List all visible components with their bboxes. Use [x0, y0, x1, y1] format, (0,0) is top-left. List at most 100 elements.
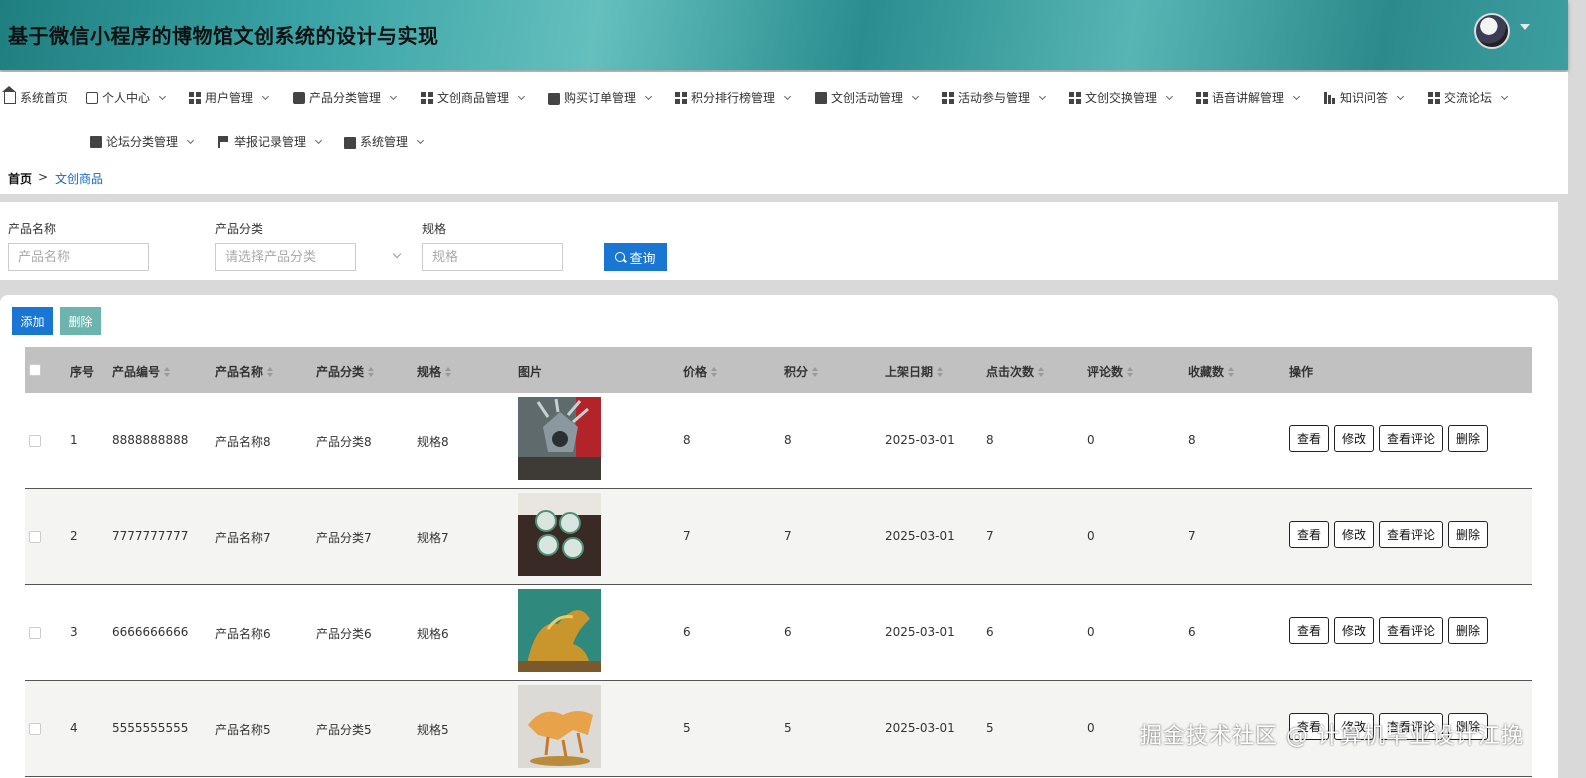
- nav-item-label: 语音讲解管理: [1212, 91, 1285, 105]
- cell-favorites: 7: [1188, 529, 1196, 543]
- column-header-date[interactable]: 上架日期: [885, 363, 944, 380]
- view-button[interactable]: 查看: [1289, 617, 1330, 644]
- view-button[interactable]: 查看: [1289, 521, 1330, 548]
- nav-item-qa[interactable]: 知识问答: [1324, 89, 1405, 106]
- sort-icon[interactable]: [711, 366, 718, 377]
- sort-icon[interactable]: [164, 366, 171, 377]
- row-checkbox[interactable]: [29, 531, 41, 543]
- table-row: 3 6666666666 产品名称6 产品分类6 规格6 6 6 2025-03…: [25, 585, 1532, 681]
- nav-item-report-records[interactable]: 举报记录管理: [218, 133, 323, 150]
- cell-category: 产品分类7: [316, 531, 372, 545]
- column-header-comments[interactable]: 评论数: [1087, 363, 1134, 380]
- edit-button[interactable]: 修改: [1334, 617, 1375, 644]
- sort-icon[interactable]: [937, 366, 944, 377]
- nav-item-label: 文创商品管理: [437, 91, 510, 105]
- nav-item-label: 系统首页: [20, 91, 69, 105]
- cell-favorites: 8: [1188, 433, 1196, 447]
- column-header-clicks[interactable]: 点击次数: [986, 363, 1045, 380]
- view-comments-button[interactable]: 查看评论: [1379, 425, 1444, 452]
- product-thumbnail[interactable]: [518, 397, 601, 480]
- breadcrumb-home[interactable]: 首页: [8, 170, 32, 187]
- row-checkbox[interactable]: [29, 723, 41, 735]
- select-all-checkbox[interactable]: [29, 364, 41, 376]
- sort-icon[interactable]: [445, 366, 452, 377]
- product-name-input[interactable]: [8, 243, 149, 271]
- cell-date: 2025-03-01: [885, 433, 955, 447]
- product-category-select[interactable]: [215, 243, 356, 271]
- row-checkbox[interactable]: [29, 627, 41, 639]
- nav-item-exchange-management[interactable]: 文创交换管理: [1069, 89, 1174, 106]
- table-row: 2 7777777777 产品名称7 产品分类7 规格7 7 7 2025-03…: [25, 489, 1532, 585]
- sort-icon[interactable]: [267, 366, 274, 377]
- delete-button[interactable]: 删除: [1448, 521, 1489, 548]
- delete-button[interactable]: 删除: [1448, 617, 1489, 644]
- nav-item-personal-center[interactable]: 个人中心: [86, 89, 167, 106]
- view-comments-button[interactable]: 查看评论: [1379, 521, 1444, 548]
- sort-icon[interactable]: [1228, 366, 1235, 377]
- nav-item-activity-management[interactable]: 文创活动管理: [815, 89, 920, 106]
- nav-item-user-management[interactable]: 用户管理: [189, 89, 270, 106]
- cell-category: 产品分类8: [316, 435, 372, 449]
- nav-item-forum-category[interactable]: 论坛分类管理: [90, 133, 195, 150]
- row-actions: 查看 修改 查看评论 删除: [1289, 617, 1489, 644]
- cell-points: 7: [784, 529, 792, 543]
- edit-button[interactable]: 修改: [1334, 425, 1375, 452]
- chevron-down-icon: [314, 136, 323, 144]
- cell-code: 7777777777: [112, 529, 189, 543]
- nav-item-home[interactable]: 系统首页: [2, 85, 69, 106]
- nav-item-system-management[interactable]: 系统管理: [344, 133, 425, 150]
- chevron-down-icon: [517, 92, 526, 100]
- nav-item-participation[interactable]: 活动参与管理: [942, 89, 1047, 106]
- sort-icon[interactable]: [812, 366, 819, 377]
- chat-icon: [293, 91, 305, 104]
- row-actions: 查看 修改 查看评论 删除: [1289, 425, 1489, 452]
- sort-icon[interactable]: [1127, 366, 1134, 377]
- nav-item-product-management[interactable]: 文创商品管理: [421, 89, 526, 106]
- column-header-points[interactable]: 积分: [784, 363, 819, 380]
- column-header-category[interactable]: 产品分类: [316, 363, 375, 380]
- column-header-favorites[interactable]: 收藏数: [1188, 363, 1235, 380]
- nav-item-forum[interactable]: 交流论坛: [1428, 89, 1509, 106]
- cell-clicks: 6: [986, 625, 994, 639]
- nav-item-points-ranking[interactable]: 积分排行榜管理: [675, 89, 792, 106]
- table-row: 1 8888888888 产品名称8 产品分类8 规格8 8 8 2025-03…: [25, 393, 1532, 489]
- cell-name: 产品名称7: [215, 531, 271, 545]
- product-thumbnail[interactable]: [518, 685, 601, 768]
- breadcrumb-separator: >: [38, 170, 49, 184]
- product-thumbnail[interactable]: [518, 589, 601, 672]
- delete-button[interactable]: 删除: [1448, 425, 1489, 452]
- column-header-spec[interactable]: 规格: [417, 363, 452, 380]
- column-header-name[interactable]: 产品名称: [215, 363, 274, 380]
- edit-button[interactable]: 修改: [1334, 521, 1375, 548]
- chevron-down-icon: [158, 92, 167, 100]
- column-header-code[interactable]: 产品编号: [112, 363, 171, 380]
- add-button[interactable]: 添加: [12, 307, 53, 335]
- nav-item-order-management[interactable]: 购买订单管理: [548, 89, 653, 106]
- chevron-down-icon: [1292, 92, 1301, 100]
- nav-item-label: 知识问答: [1340, 91, 1389, 105]
- column-header-actions: 操作: [1289, 365, 1314, 379]
- cell-clicks: 8: [986, 433, 994, 447]
- user-avatar[interactable]: [1474, 13, 1510, 49]
- chevron-down-icon[interactable]: [392, 249, 402, 259]
- sort-icon[interactable]: [1038, 366, 1045, 377]
- sort-icon[interactable]: [368, 366, 375, 377]
- bulk-delete-button[interactable]: 删除: [60, 307, 101, 335]
- cell-price: 8: [683, 433, 691, 447]
- cell-date: 2025-03-01: [885, 625, 955, 639]
- clipboard-icon: [815, 91, 827, 104]
- product-thumbnail[interactable]: [518, 493, 601, 576]
- table-panel: 添加 删除 序号 产品编号 产品名称 产品分类 规格 图片 价格 积分 上架日期…: [0, 295, 1558, 778]
- column-header-price[interactable]: 价格: [683, 363, 718, 380]
- chevron-down-icon[interactable]: [1520, 24, 1530, 30]
- nav-item-label: 举报记录管理: [234, 135, 307, 149]
- query-button[interactable]: 查询: [604, 243, 667, 271]
- nav-item-audio-guide[interactable]: 语音讲解管理: [1196, 89, 1301, 106]
- row-checkbox[interactable]: [29, 435, 41, 447]
- nav-item-category-management[interactable]: 产品分类管理: [293, 89, 398, 106]
- cell-date: 2025-03-01: [885, 721, 955, 735]
- view-button[interactable]: 查看: [1289, 425, 1330, 452]
- view-comments-button[interactable]: 查看评论: [1379, 617, 1444, 644]
- spec-input[interactable]: [422, 243, 563, 271]
- watermark-text: 掘金技术社区 @ 计算机毕业设计江挽: [1140, 724, 1524, 749]
